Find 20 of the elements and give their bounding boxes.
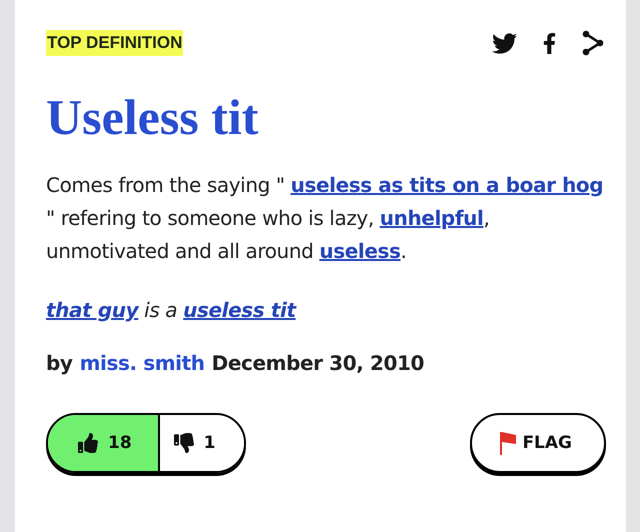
upvote-button[interactable]: 18 <box>48 415 158 471</box>
word-title: Useless tit <box>46 90 260 145</box>
term-link[interactable]: useless tit <box>183 298 296 322</box>
date-text: December 30, 2010 <box>212 351 424 375</box>
share-icon[interactable] <box>582 30 604 56</box>
flag-icon <box>500 431 516 455</box>
author-link[interactable]: miss. smith <box>80 351 205 375</box>
example-text: that guy is a useless tit <box>46 297 298 324</box>
term-link[interactable]: useless <box>319 239 400 263</box>
top-definition-label: TOP DEFINITION <box>46 30 184 56</box>
byline-prefix: by <box>46 351 73 375</box>
definition-text: Comes from the saying " useless as tits on a boar hog " refering to someone who is lazy, unhelpful, unmotivated and all around useless. <box>46 172 604 265</box>
bird-icon[interactable] <box>492 30 517 56</box>
thumbs-down-icon <box>174 433 194 453</box>
term-link[interactable]: useless as tits on a boar hog <box>290 173 604 197</box>
downvote-button[interactable]: 1 <box>158 415 244 471</box>
term-link[interactable]: unhelpful <box>380 206 484 230</box>
thumbs-up-icon <box>78 433 98 453</box>
flag-button[interactable]: FLAG <box>470 413 606 473</box>
term-link[interactable]: that guy <box>46 298 138 322</box>
